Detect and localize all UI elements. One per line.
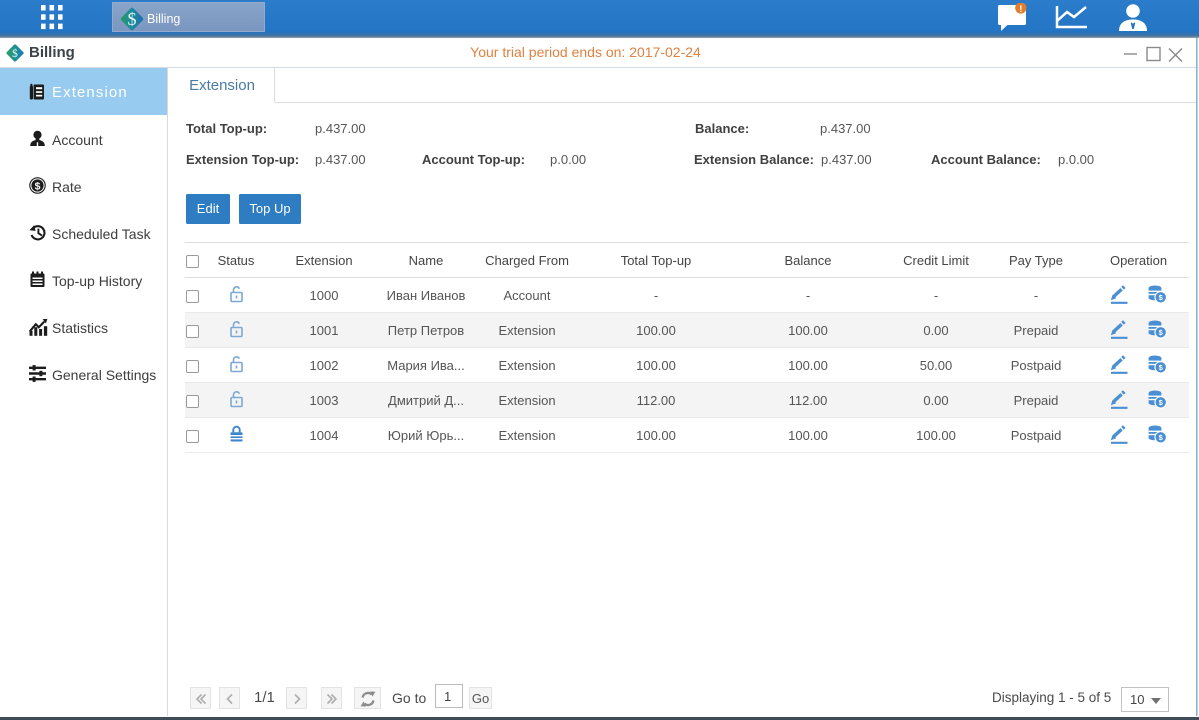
svg-text:!: !	[1019, 4, 1022, 15]
svg-text:$: $	[128, 9, 137, 29]
svg-text:$: $	[35, 180, 41, 192]
